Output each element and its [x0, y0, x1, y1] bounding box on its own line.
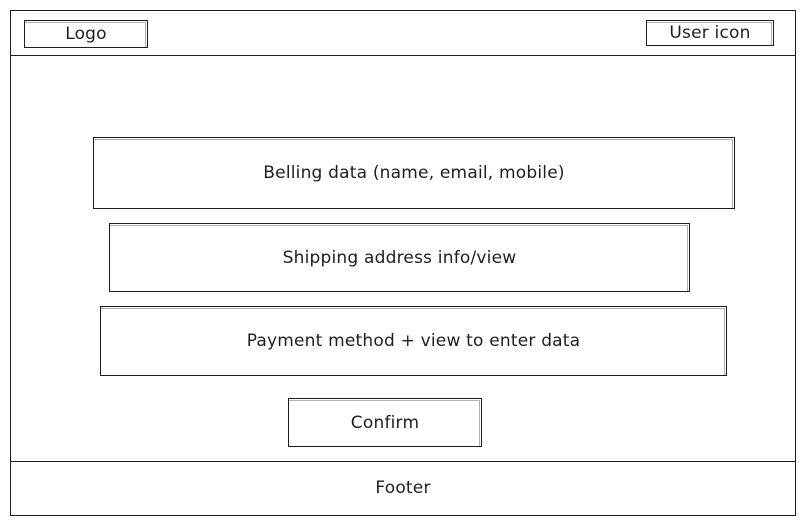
confirm-button-label: Confirm — [350, 412, 420, 433]
billing-data-label: Belling data (name, email, mobile) — [263, 163, 565, 183]
logo-label: Logo — [65, 24, 107, 44]
user-icon-label: User icon — [669, 23, 751, 43]
shipping-address-label: Shipping address info/view — [282, 247, 517, 268]
payment-method-label: Payment method + view to enter data — [246, 331, 581, 351]
payment-method-section[interactable]: Payment method + view to enter data — [100, 306, 727, 376]
user-icon[interactable]: User icon — [646, 20, 774, 46]
shipping-address-section[interactable]: Shipping address info/view — [109, 223, 690, 292]
footer-divider — [10, 461, 796, 462]
header-divider — [10, 55, 796, 56]
footer: Footer — [375, 478, 431, 498]
logo[interactable]: Logo — [24, 20, 148, 48]
billing-data-section[interactable]: Belling data (name, email, mobile) — [93, 137, 735, 209]
confirm-button[interactable]: Confirm — [288, 398, 482, 447]
